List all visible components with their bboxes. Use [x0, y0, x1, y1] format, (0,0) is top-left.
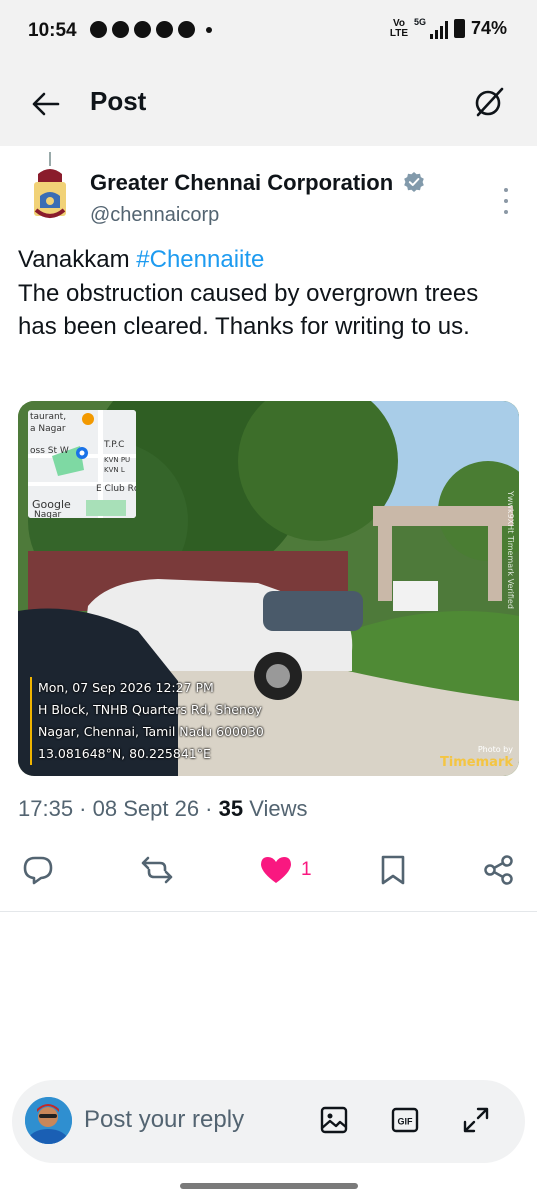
image-icon	[320, 1106, 348, 1134]
photo-coordinates: 13.081648°N, 80.225841°E	[38, 746, 211, 761]
map-label: KVN L	[104, 466, 125, 474]
views-count[interactable]: 35	[219, 796, 243, 821]
map-label: a Nagar	[30, 424, 66, 434]
map-label: oss St W	[30, 446, 69, 456]
map-label: taurant,	[30, 412, 67, 422]
page-title: Post	[90, 86, 147, 116]
home-indicator[interactable]	[180, 1183, 358, 1189]
battery-percent: 74%	[470, 18, 507, 38]
map-label: E Club Rc	[96, 484, 136, 494]
arrow-left-icon	[32, 92, 60, 116]
signal-label: 5G	[413, 16, 426, 27]
reply-button[interactable]	[22, 848, 54, 892]
share-icon	[484, 855, 513, 885]
facebook-icon	[134, 21, 151, 38]
share-button[interactable]	[483, 848, 515, 892]
post-greeting: Vanakkam	[18, 246, 137, 273]
gif-label: GIF	[398, 1117, 414, 1127]
whatsapp-icon	[90, 21, 107, 38]
post-author: Greater Chennai Corporation @chennaicorp	[18, 150, 518, 230]
heart-filled-icon	[261, 857, 291, 883]
reply-composer: Post your reply GIF	[12, 1080, 525, 1163]
photo-address-line2: Nagar, Chennai, Tamil Nadu 600030	[38, 724, 264, 739]
watermark-label: Photo by	[477, 745, 513, 754]
expand-icon	[463, 1107, 489, 1133]
reply-input[interactable]: Post your reply	[84, 1106, 244, 1134]
post-body: The obstruction caused by overgrown tree…	[18, 279, 479, 341]
post-photo[interactable]: taurant, a Nagar T.P.C oss St W KVN PU K…	[18, 401, 519, 776]
notification-icons	[90, 21, 212, 38]
photo-timestamp: Mon, 07 Sep 2026 12:27 PM	[38, 680, 214, 695]
photo-watermark: Photo by Timemark	[440, 745, 513, 770]
add-image-button[interactable]	[316, 1102, 352, 1138]
facebook-icon	[156, 21, 173, 38]
watermark-brand: Timemark	[439, 755, 513, 770]
map-inset: taurant, a Nagar T.P.C oss St W KVN PU K…	[28, 410, 136, 518]
author-handle[interactable]: @chennaicorp	[90, 204, 219, 227]
signal-icon: 5G	[413, 16, 448, 39]
gcc-emblem-icon	[34, 152, 66, 218]
post-actions: 1	[0, 848, 537, 892]
views-label: Views	[243, 796, 308, 821]
dot-icon	[206, 27, 212, 33]
post-meta: 17:35 · 08 Sept 26 · 35 Views	[18, 796, 308, 822]
verified-badge-icon	[404, 172, 425, 192]
author-name[interactable]: Greater Chennai Corporation	[90, 170, 425, 196]
author-name-text: Greater Chennai Corporation	[90, 170, 394, 195]
repost-button[interactable]	[140, 848, 174, 892]
divider	[0, 911, 537, 912]
reply-icon	[23, 856, 53, 885]
status-bar: 10:54 Vo LTE 5G 74%	[0, 0, 537, 62]
photo-stamp: Mon, 07 Sep 2026 12:27 PM H Block, TNHB …	[30, 677, 264, 765]
map-label: KVN PU	[104, 456, 131, 464]
repost-icon	[141, 856, 173, 884]
facebook-icon	[112, 21, 129, 38]
add-gif-button[interactable]: GIF	[387, 1102, 423, 1138]
post-header: Post	[0, 62, 537, 146]
meta-separator: ·	[73, 796, 93, 821]
back-button[interactable]	[24, 84, 68, 124]
map-label: T.P.C	[104, 440, 125, 450]
grok-icon	[475, 87, 504, 117]
like-count: 1	[301, 859, 312, 880]
post-text: Vanakkam #Chennaiite The obstruction cau…	[18, 243, 518, 344]
more-options-button[interactable]	[496, 188, 516, 214]
post-time: 17:35	[18, 796, 74, 821]
post-date: 08 Sept 26	[92, 796, 200, 821]
more-vertical-icon	[504, 188, 508, 192]
gif-icon: GIF	[391, 1107, 419, 1133]
battery-icon	[453, 19, 465, 38]
messenger-icon	[178, 21, 195, 38]
author-avatar[interactable]	[24, 152, 76, 230]
status-time: 10:54	[28, 20, 77, 41]
bookmark-button[interactable]	[378, 848, 408, 892]
expand-button[interactable]	[458, 1102, 494, 1138]
photo-address-line1: H Block, TNHB Quarters Rd, Shenoy	[38, 702, 262, 717]
hashtag-link[interactable]: #Chennaiite	[136, 246, 264, 273]
user-avatar[interactable]	[25, 1097, 72, 1144]
grok-button[interactable]	[467, 80, 511, 124]
status-indicators: Vo LTE 5G 74%	[388, 16, 507, 39]
volte-label: Vo LTE	[389, 17, 409, 39]
photo-verification-text: Ywwk9XHt Timemark Verified	[506, 491, 515, 609]
map-label: Nagar	[34, 510, 62, 518]
bookmark-icon	[381, 855, 405, 885]
like-button[interactable]: 1	[259, 848, 312, 892]
meta-separator: ·	[199, 796, 219, 821]
